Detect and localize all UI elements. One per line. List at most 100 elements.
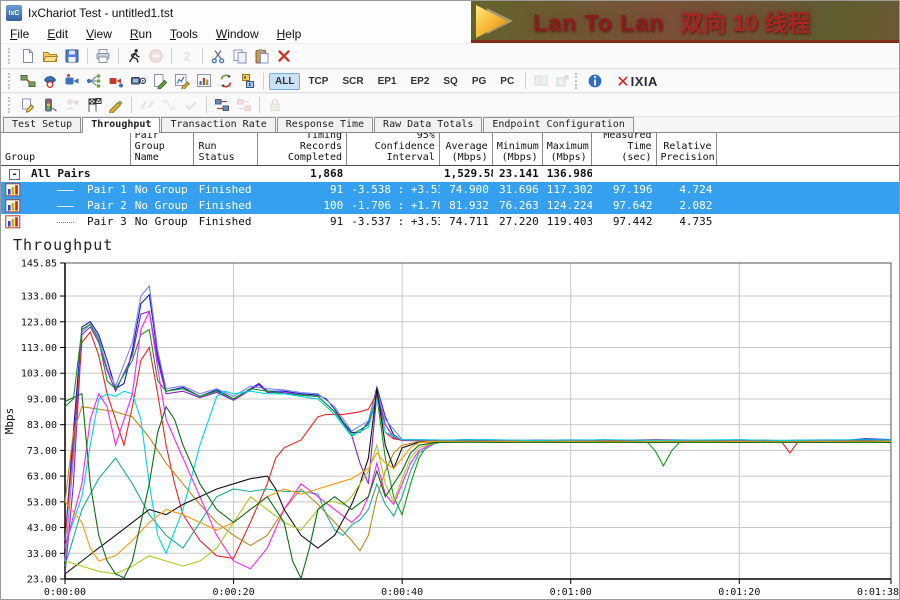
cell-ci: -1.706 : +1.706 (347, 198, 440, 214)
redo-2-icon: 2 (176, 46, 198, 66)
app-window: IxC IxChariot Test - untitled1.tst FileE… (0, 0, 900, 600)
table-row-pair-2[interactable]: Pair 2No GroupFinished100-1.706 : +1.706… (1, 198, 899, 214)
column-header-minimum-mbps[interactable]: Minimum (Mbps) (493, 133, 543, 165)
edit-run-icon[interactable] (105, 95, 127, 115)
new-document-icon[interactable] (17, 46, 39, 66)
column-header-blank[interactable] (717, 133, 899, 165)
menu-help[interactable]: Help (268, 26, 311, 42)
group-label: All Pairs (31, 166, 91, 182)
cell-min: 76.263 (493, 198, 543, 214)
column-header-maximum-mbps[interactable]: Maximum (Mbps) (543, 133, 592, 165)
menu-edit[interactable]: Edit (38, 26, 77, 42)
svg-text:0:00:40: 0:00:40 (381, 587, 423, 598)
column-header-timing-records-completed[interactable]: Timing Records Completed (258, 133, 347, 165)
svg-text:73.00: 73.00 (27, 446, 57, 457)
results-table: GroupPair Group NameRun StatusTiming Rec… (1, 133, 899, 234)
start-run-icon[interactable] (39, 95, 61, 115)
menu-view[interactable]: View (77, 26, 121, 42)
view-chart-icon[interactable] (193, 71, 215, 91)
menu-window[interactable]: Window (207, 26, 268, 42)
svg-text:43.00: 43.00 (27, 523, 57, 534)
tree-branch-icon (57, 206, 74, 207)
filter-button-sq[interactable]: SQ (437, 73, 463, 90)
filter-button-scr[interactable]: SCR (336, 73, 369, 90)
svg-text:33.00: 33.00 (27, 549, 57, 560)
tab-throughput[interactable]: Throughput (82, 117, 160, 133)
svg-text:2: 2 (184, 50, 191, 64)
add-voip-pair-icon[interactable] (39, 71, 61, 91)
column-header-relative-precision[interactable]: Relative Precision (657, 133, 717, 165)
cell-status (195, 166, 259, 182)
info-icon[interactable] (584, 71, 606, 91)
cell-min: 27.220 (493, 214, 543, 230)
filter-button-tcp[interactable]: TCP (302, 73, 334, 90)
column-header-measured-time-sec[interactable]: Measured Time (sec) (592, 133, 657, 165)
pair-chart-icon (5, 215, 21, 229)
replicate-pair-icon[interactable] (215, 71, 237, 91)
cell-timing: 91 (258, 182, 347, 198)
table-row-all-pairs[interactable]: -All Pairs1,8681,529.58123.141136.986 (1, 166, 899, 182)
print-icon[interactable] (92, 46, 114, 66)
filter-button-pg[interactable]: PG (466, 73, 492, 90)
tab-endpoint-configuration[interactable]: Endpoint Configuration (483, 117, 633, 132)
svg-text:0:00:00: 0:00:00 (44, 587, 86, 598)
svg-text:133.00: 133.00 (21, 292, 57, 303)
swap-pair-icon[interactable] (211, 95, 233, 115)
cell-status: Finished (195, 214, 259, 230)
add-hardware-pair-icon[interactable] (127, 71, 149, 91)
save-file-icon[interactable] (61, 46, 83, 66)
filter-button-ep1[interactable]: EP1 (372, 73, 403, 90)
column-header-average-mbps[interactable]: Average (Mbps) (440, 133, 493, 165)
toolbar-main: 2 (1, 43, 899, 69)
filter-button-pc[interactable]: PC (494, 73, 520, 90)
paste-icon[interactable] (251, 46, 273, 66)
show-pair-numbers-icon[interactable] (237, 71, 259, 91)
expander-icon[interactable]: - (9, 169, 20, 180)
stop-test-icon (145, 46, 167, 66)
run-test-icon[interactable] (123, 46, 145, 66)
tab-raw-data-totals[interactable]: Raw Data Totals (374, 117, 482, 132)
chart-pane: Throughput 145.85133.00123.00113.00103.0… (1, 234, 899, 600)
column-header-run-status[interactable]: Run Status (194, 133, 258, 165)
table-row-pair-3[interactable]: Pair 3No GroupFinished91-3.537 : +3.5377… (1, 214, 899, 230)
menu-run[interactable]: Run (121, 26, 161, 42)
add-video-pair-icon[interactable] (61, 71, 83, 91)
svg-text:83.00: 83.00 (27, 420, 57, 431)
svg-text:93.00: 93.00 (27, 394, 57, 405)
cell-max: 119.403 (543, 214, 592, 230)
edit-pair-icon[interactable] (149, 71, 171, 91)
cell-filler (716, 166, 899, 182)
tab-transaction-rate[interactable]: Transaction Rate (161, 117, 275, 132)
delete-icon[interactable] (273, 46, 295, 66)
add-pair-icon[interactable] (17, 71, 39, 91)
toolbar-pairs: ALLTCPSCREP1EP2SQPGPC✕IXIA (1, 69, 899, 93)
svg-text:0:01:00: 0:01:00 (550, 587, 592, 598)
tab-response-time[interactable]: Response Time (277, 117, 373, 132)
cell-timing: 91 (258, 214, 347, 230)
table-row-pair-1[interactable]: Pair 1No GroupFinished91-3.538 : +3.5387… (1, 182, 899, 198)
column-header-group[interactable]: Group (1, 133, 131, 165)
tab-strip: Test SetupThroughputTransaction RateResp… (1, 117, 899, 133)
open-folder-icon[interactable] (39, 46, 61, 66)
menu-tools[interactable]: Tools (161, 26, 207, 42)
edit-chart-icon[interactable] (171, 71, 193, 91)
finish-run-icon[interactable] (83, 95, 105, 115)
tab-test-setup[interactable]: Test Setup (3, 117, 81, 132)
menu-file[interactable]: File (1, 26, 38, 42)
cell-filler (716, 198, 899, 214)
pair-label: Pair 3 (87, 214, 127, 230)
chart-series-10 (65, 389, 891, 574)
add-multicast-group-icon[interactable] (83, 71, 105, 91)
copy-icon[interactable] (229, 46, 251, 66)
filter-button-ep2[interactable]: EP2 (404, 73, 435, 90)
svg-text:0:01:38: 0:01:38 (857, 587, 899, 598)
column-header-pair-group-name[interactable]: Pair Group Name (131, 133, 195, 165)
filter-button-all[interactable]: ALL (269, 73, 300, 90)
column-header-95-confidence-interval[interactable]: 95% Confidence Interval (347, 133, 440, 165)
cell-prec (657, 166, 717, 182)
table-header: GroupPair Group NameRun StatusTiming Rec… (1, 133, 899, 166)
copy-run-icon[interactable] (17, 95, 39, 115)
svg-text:113.00: 113.00 (21, 343, 57, 354)
add-video-multicast-icon[interactable] (105, 71, 127, 91)
cut-icon[interactable] (207, 46, 229, 66)
